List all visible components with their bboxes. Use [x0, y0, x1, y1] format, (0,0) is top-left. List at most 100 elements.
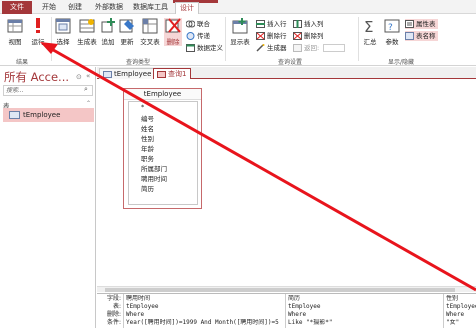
- field-item[interactable]: 编号: [141, 113, 154, 123]
- crosstab-icon: [142, 18, 158, 34]
- run-button[interactable]: 运行: [28, 18, 48, 46]
- sigma-icon: Σ: [362, 18, 378, 36]
- field-item[interactable]: 所属部门: [141, 163, 167, 173]
- tab-temployee[interactable]: tEmployee: [99, 68, 157, 79]
- field-item[interactable]: 姓名: [141, 123, 154, 133]
- menu-tab-external-data[interactable]: 外部数据: [95, 2, 123, 13]
- nav-dropdown-icon[interactable]: ⊙: [76, 73, 82, 81]
- grid-cell-criteria[interactable]: "女": [446, 319, 476, 326]
- group-label-query-type: 查询类型: [126, 59, 151, 66]
- parameters-icon: ?: [384, 18, 400, 34]
- field-item[interactable]: 性别: [141, 133, 154, 143]
- show-table-button[interactable]: 显示表: [228, 18, 252, 46]
- menu-tab-create[interactable]: 创建: [68, 2, 82, 13]
- group-label-show-hide: 显示/隐藏: [388, 59, 415, 66]
- update-icon: [119, 18, 135, 34]
- query-design-grid: 字段: 表: 删除: 条件: 聘用时间 tEmployee Where Year…: [97, 293, 476, 328]
- menu-bar: 文件 开始 创建 外部数据 数据库工具 设计: [0, 0, 476, 15]
- return-selector[interactable]: 返回:: [293, 43, 346, 53]
- grid-cell-delete[interactable]: Where: [446, 311, 476, 318]
- make-table-button[interactable]: 生成表: [75, 18, 99, 46]
- table-names-icon: [405, 32, 414, 40]
- insert-rows-icon: [256, 20, 265, 28]
- select-query-button[interactable]: 选择: [54, 18, 72, 46]
- grid-row-label: 条件:: [106, 319, 121, 326]
- nav-item-temployee[interactable]: tEmployee: [3, 108, 94, 122]
- ribbon: 视图 运行 结果 选择 生成表 追加 更新 交叉表 删除 联合 传递 数据定义 …: [0, 14, 476, 66]
- grid-cell-table[interactable]: tEmployee: [288, 303, 442, 310]
- search-icon[interactable]: ⌕: [84, 85, 88, 94]
- field-list-title[interactable]: tEmployee: [124, 89, 201, 100]
- insert-columns-icon: [293, 20, 302, 28]
- crosstab-button[interactable]: 交叉表: [139, 18, 161, 46]
- horizontal-scrollbar[interactable]: [97, 286, 476, 292]
- show-table-icon: [232, 18, 248, 34]
- navigation-pane: 所有 Acce... ⊙ « 搜索... ⌕ 表 ⌃ tEmployee: [0, 67, 96, 328]
- return-dropdown[interactable]: [323, 44, 346, 52]
- union-button[interactable]: 联合: [185, 19, 210, 29]
- grid-cell-field[interactable]: 简历: [288, 295, 442, 302]
- delete-rows-icon: [256, 32, 265, 40]
- insert-columns-button[interactable]: 插入列: [293, 19, 324, 29]
- make-table-icon: [79, 18, 95, 34]
- table-icon: [9, 111, 20, 119]
- menu-tab-database-tools[interactable]: 数据库工具: [133, 2, 168, 13]
- chevron-up-icon: ⌃: [85, 100, 91, 107]
- ribbon-divider: [225, 17, 226, 61]
- table-names-button[interactable]: 表名称: [405, 31, 438, 41]
- delete-query-button[interactable]: 删除: [164, 18, 182, 46]
- view-button[interactable]: 视图: [5, 18, 25, 46]
- grid-column: 性别 tEmployee Where "女": [443, 294, 476, 328]
- totals-button[interactable]: Σ 汇总: [361, 18, 379, 46]
- grid-cell-delete[interactable]: Where: [126, 311, 284, 318]
- grid-row-label: 删除:: [106, 311, 121, 318]
- append-button[interactable]: 追加: [100, 18, 116, 46]
- group-label-results: 结果: [16, 59, 29, 66]
- update-button[interactable]: 更新: [119, 18, 135, 46]
- grid-cell-table[interactable]: tEmployee: [446, 303, 476, 310]
- svg-text:?: ?: [388, 23, 393, 33]
- group-label-query-setup: 查询设置: [278, 59, 303, 66]
- nav-search-input[interactable]: 搜索...: [3, 85, 93, 96]
- grid-cell-delete[interactable]: Where: [288, 311, 442, 318]
- data-definition-button[interactable]: 数据定义: [186, 43, 223, 53]
- field-item[interactable]: 简历: [141, 183, 154, 193]
- scrollbar-thumb[interactable]: [105, 288, 455, 292]
- union-icon: [185, 20, 196, 28]
- field-list-body: [128, 101, 198, 205]
- grid-cell-criteria[interactable]: Year([聘用时间])=1999 And Month([聘用时间])=5: [126, 319, 284, 326]
- menu-tab-home[interactable]: 开始: [42, 2, 56, 13]
- builder-button[interactable]: 生成器: [256, 43, 287, 53]
- grid-cell-field[interactable]: 聘用时间: [126, 295, 284, 302]
- nav-title[interactable]: 所有 Acce...: [4, 69, 69, 85]
- field-item[interactable]: *: [141, 103, 144, 111]
- grid-cell-table[interactable]: tEmployee: [126, 303, 284, 310]
- grid-cell-criteria[interactable]: Like "*摄影*": [288, 319, 442, 326]
- grid-row-label: 表:: [112, 303, 121, 310]
- property-sheet-button[interactable]: 属性表: [405, 19, 438, 29]
- delete-columns-button[interactable]: 删除列: [293, 31, 324, 41]
- tab-query1[interactable]: 查询1: [153, 68, 192, 79]
- menu-file[interactable]: 文件: [2, 1, 32, 14]
- ribbon-divider: [51, 17, 52, 61]
- delete-rows-button[interactable]: 删除行: [256, 31, 287, 41]
- table-icon: [103, 71, 112, 78]
- property-sheet-icon: [405, 20, 414, 28]
- pass-through-button[interactable]: 传递: [186, 31, 210, 41]
- nav-collapse-icon[interactable]: «: [86, 72, 90, 80]
- field-item[interactable]: 聘用时间: [141, 173, 167, 183]
- parameters-button[interactable]: ? 参数: [383, 18, 401, 46]
- grid-column: 聘用时间 tEmployee Where Year([聘用时间])=1999 A…: [123, 294, 285, 328]
- select-query-icon: [55, 18, 71, 34]
- grid-cell-field[interactable]: 性别: [446, 295, 476, 302]
- field-item[interactable]: 年龄: [141, 143, 154, 153]
- field-item[interactable]: 职务: [141, 153, 154, 163]
- exclamation-icon: [30, 18, 46, 34]
- insert-rows-button[interactable]: 插入行: [256, 19, 287, 29]
- data-definition-icon: [186, 44, 195, 52]
- query-icon: [157, 71, 166, 78]
- view-icon: [7, 18, 23, 34]
- delete-columns-icon: [293, 32, 302, 40]
- field-list-temployee[interactable]: tEmployee * 编号 姓名 性别 年龄 职务 所属部门 聘用时间 简历: [123, 88, 202, 209]
- append-icon: [100, 18, 116, 34]
